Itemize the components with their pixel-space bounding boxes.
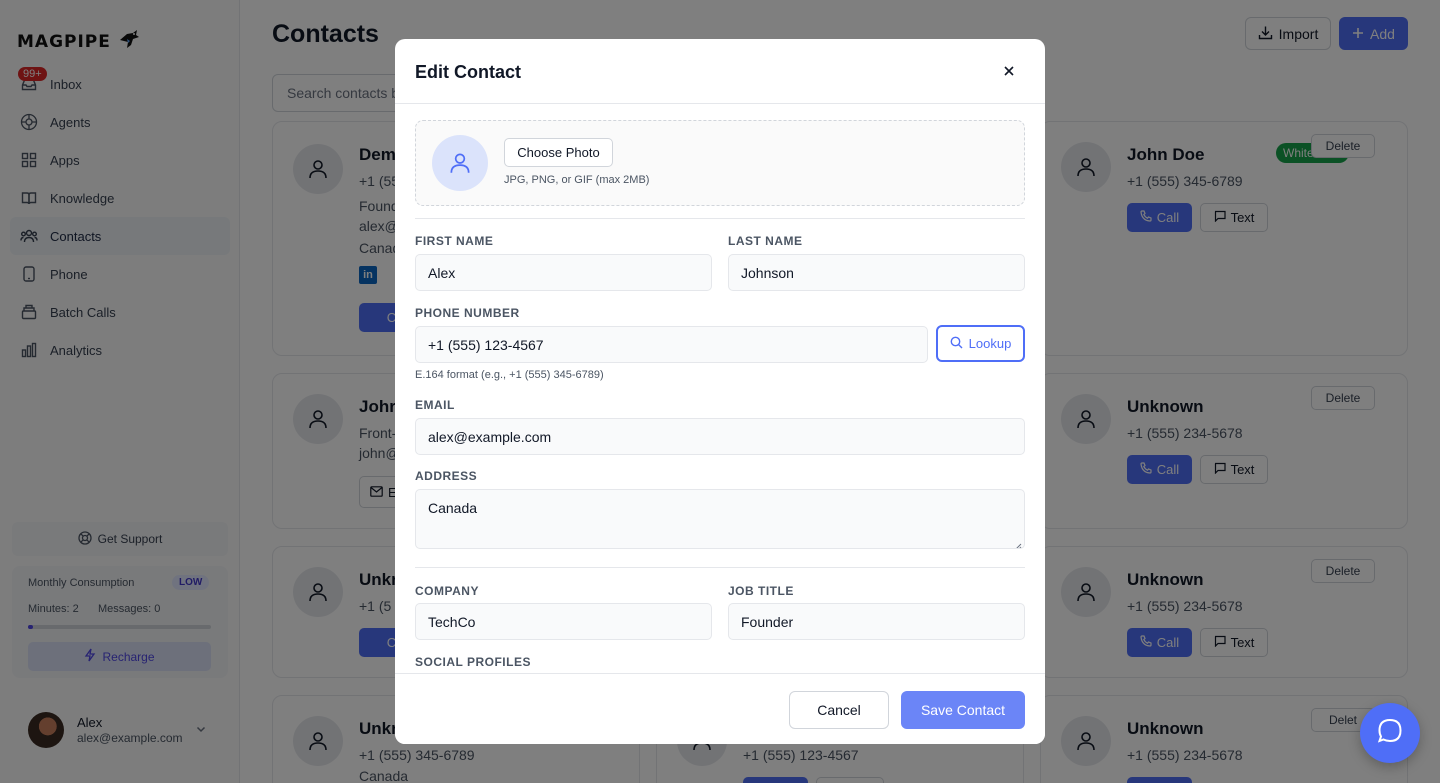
- last-name-label: LAST NAME: [728, 234, 803, 248]
- save-label: Save Contact: [920, 702, 1006, 718]
- search-icon: [950, 336, 963, 352]
- address-label: ADDRESS: [415, 469, 478, 483]
- photo-avatar-placeholder: [432, 135, 488, 191]
- modal-body[interactable]: Choose Photo JPG, PNG, or GIF (max 2MB) …: [395, 104, 1045, 673]
- phone-format-hint: E.164 format (e.g., +1 (555) 345-6789): [415, 369, 604, 381]
- company-field[interactable]: TechCo: [415, 603, 712, 640]
- first-name-label: FIRST NAME: [415, 234, 494, 248]
- phone-number-label: PHONE NUMBER: [415, 306, 520, 320]
- email-label: EMAIL: [415, 398, 455, 412]
- section-divider: [415, 218, 1025, 219]
- close-icon[interactable]: [999, 61, 1019, 81]
- job-title-field[interactable]: Founder: [728, 603, 1025, 640]
- lookup-button[interactable]: Lookup: [936, 325, 1025, 362]
- section-divider: [415, 567, 1025, 568]
- choose-photo-label: Choose Photo: [517, 145, 600, 160]
- save-contact-button[interactable]: Save Contact: [901, 691, 1025, 729]
- last-name-field[interactable]: Johnson: [728, 254, 1025, 291]
- chat-support-button[interactable]: [1360, 703, 1420, 763]
- social-profiles-label: SOCIAL PROFILES: [415, 655, 531, 669]
- resize-handle-icon[interactable]: [1014, 538, 1022, 548]
- address-textarea[interactable]: Canada: [415, 489, 1025, 549]
- phone-number-field[interactable]: +1 (555) 123-4567: [415, 326, 928, 363]
- modal-header: Edit Contact: [395, 39, 1045, 104]
- cancel-label: Cancel: [817, 702, 861, 718]
- email-field[interactable]: alex@example.com: [415, 418, 1025, 455]
- cancel-button[interactable]: Cancel: [789, 691, 889, 729]
- modal-title: Edit Contact: [415, 62, 521, 82]
- photo-upload-area: Choose Photo JPG, PNG, or GIF (max 2MB): [415, 120, 1025, 206]
- photo-hint: JPG, PNG, or GIF (max 2MB): [504, 174, 650, 186]
- modal-footer: Cancel Save Contact: [395, 673, 1045, 744]
- first-name-field[interactable]: Alex: [415, 254, 712, 291]
- edit-contact-modal: Edit Contact Choose Photo JPG, PNG, or G…: [395, 39, 1045, 744]
- choose-photo-button[interactable]: Choose Photo: [504, 138, 613, 167]
- chat-bubble-icon: [1376, 717, 1404, 750]
- lookup-label: Lookup: [968, 336, 1012, 351]
- company-label: COMPANY: [415, 584, 479, 598]
- address-value: Canada: [428, 500, 478, 516]
- job-title-label: JOB TITLE: [728, 584, 794, 598]
